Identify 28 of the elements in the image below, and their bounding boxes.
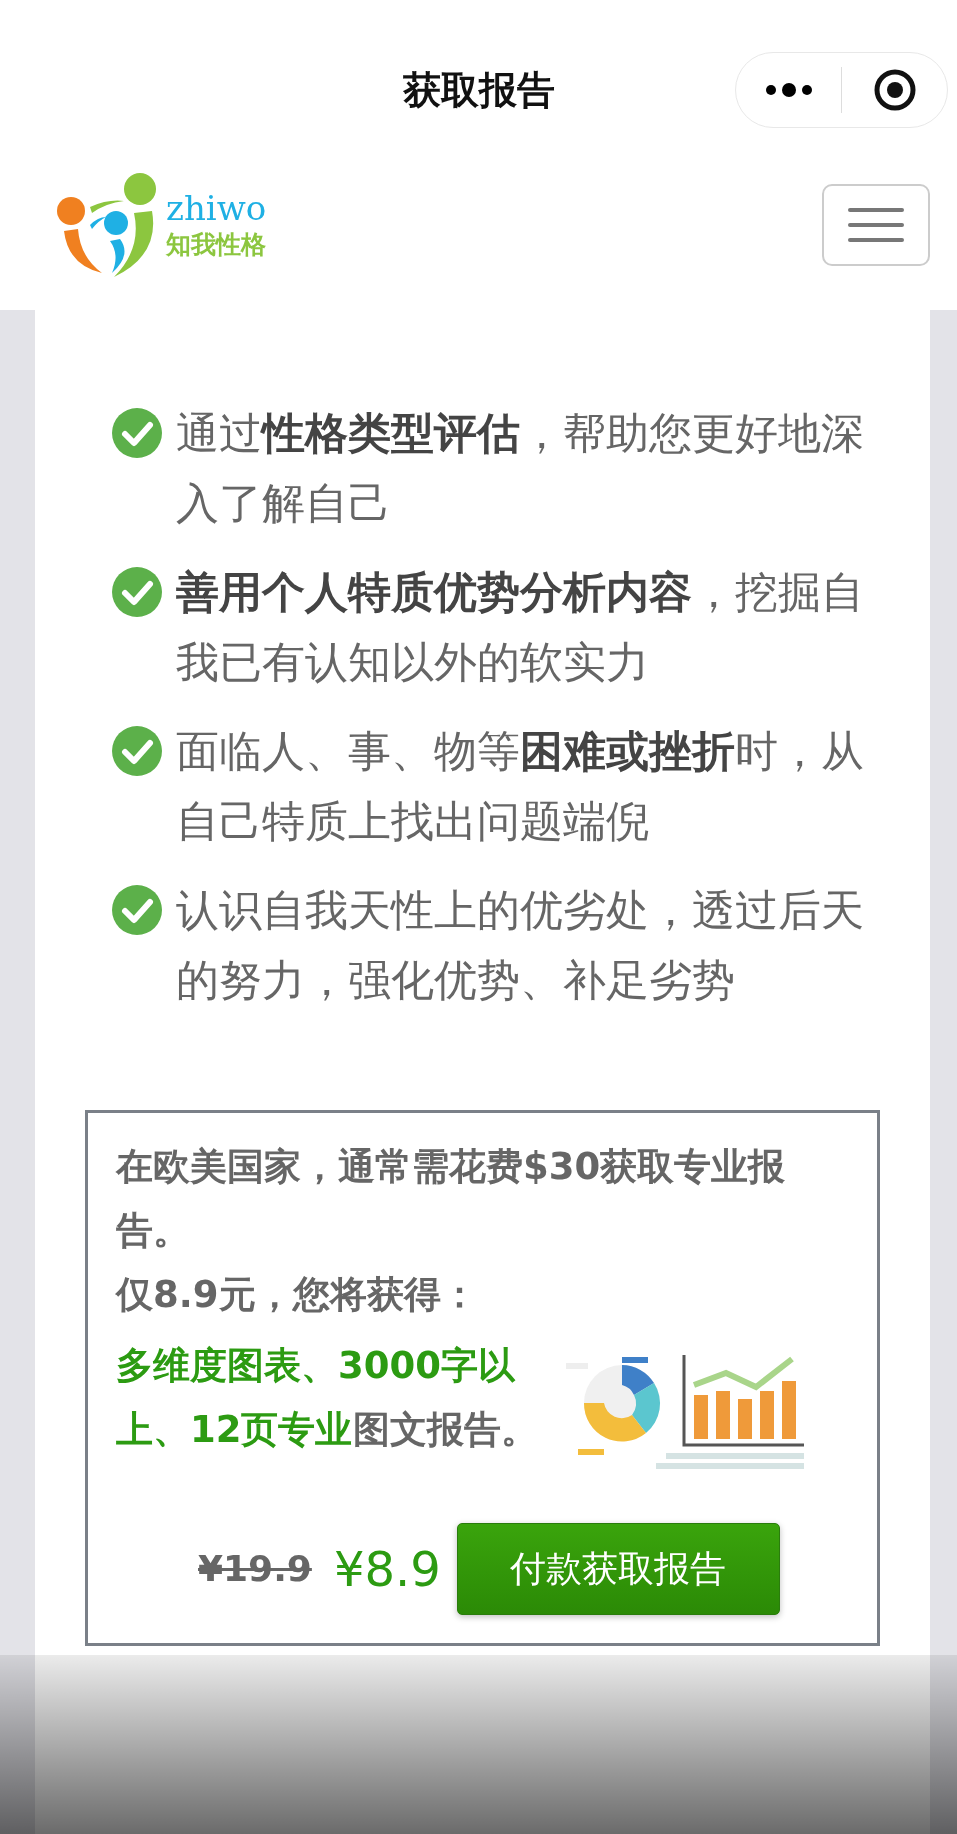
legend-mark — [578, 1449, 604, 1455]
pay-button[interactable]: 付款获取报告 — [456, 1523, 780, 1615]
check-icon — [112, 726, 162, 776]
benefit-text: 面临人、事、物等困难或挫折时，从自己特质上找出问题端倪 — [176, 725, 865, 848]
more-icon — [764, 83, 813, 97]
offer-intro: 在欧美国家，通常需花费$30获取专业报告。 — [116, 1144, 787, 1254]
check-icon — [112, 567, 162, 617]
features-text: 多维度图表、3000字以上、12页专业图文报告。 — [116, 1343, 539, 1453]
menu-icon — [848, 208, 904, 242]
benefit-text: 善用个人特质优势分析内容，挖掘自我已有认知以外的软实力 — [176, 566, 865, 689]
benefit-text: 认识自我天性上的优劣处，透过后天的努力，强化优势、补足劣势 — [176, 884, 865, 1007]
sale-price: ¥8.9 — [333, 1540, 441, 1599]
logo-tagline: 知我性格 — [166, 229, 267, 261]
chart-bar — [782, 1381, 796, 1439]
chart-bar — [760, 1391, 774, 1439]
benefit-text: 通过性格类型评估，帮助您更好地深入了解自己 — [176, 407, 865, 530]
menu-button[interactable] — [822, 184, 930, 266]
target-icon — [872, 68, 917, 112]
chart-bar — [694, 1395, 708, 1439]
check-icon — [112, 885, 162, 935]
original-price: ¥19.9 — [198, 1547, 312, 1591]
chart-bar — [716, 1391, 730, 1439]
logo-name: zhiwo — [166, 188, 267, 228]
check-icon — [112, 408, 162, 458]
offer-subheading: 仅8.9元，您将获得： — [116, 1272, 479, 1318]
chart-bar — [738, 1399, 752, 1439]
page-title: 获取报告 — [402, 67, 555, 114]
legend-mark — [622, 1357, 648, 1363]
